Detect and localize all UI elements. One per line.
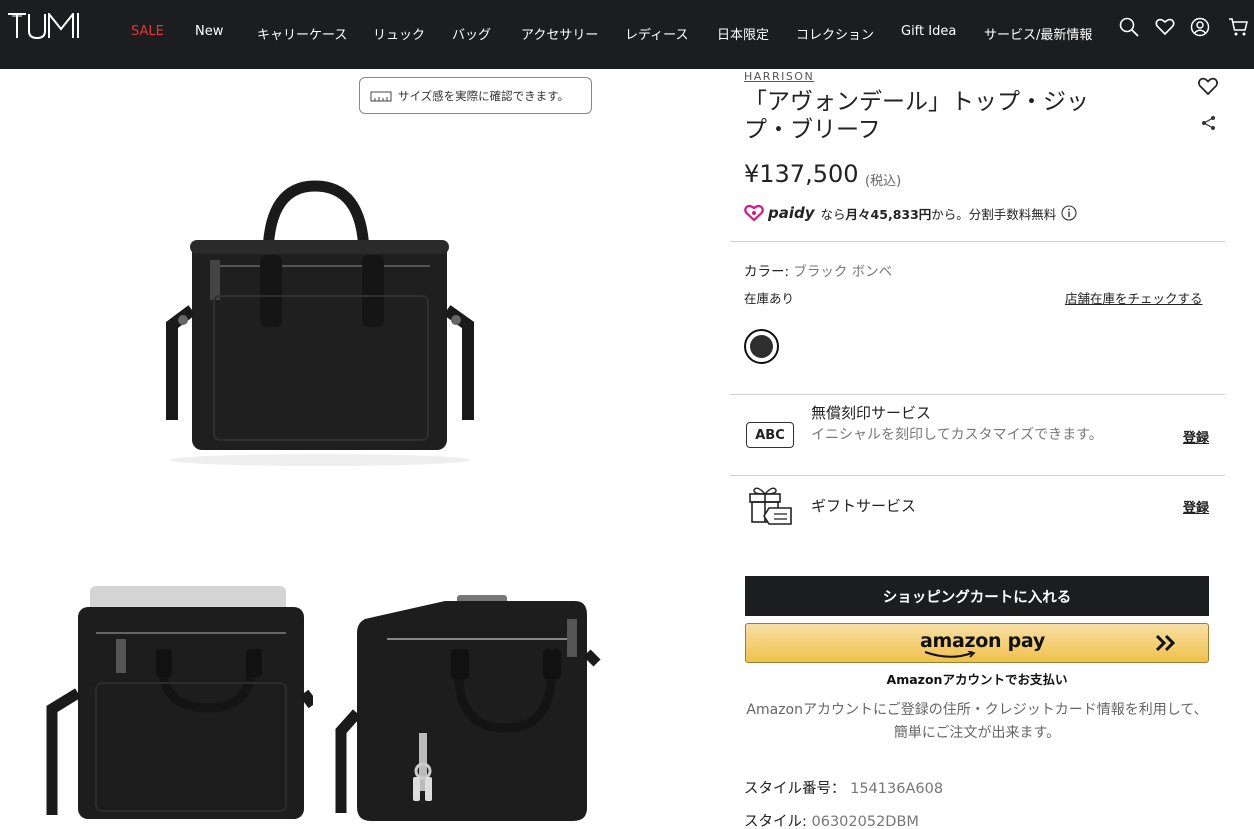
amazon-pay-caption: Amazonアカウントでお支払い — [886, 672, 1068, 687]
amazon-smile-icon — [924, 651, 976, 658]
divider — [730, 394, 1225, 395]
search-icon[interactable] — [1118, 16, 1140, 38]
style-number-label: スタイル番号： — [744, 781, 846, 797]
ruler-icon — [370, 91, 392, 101]
engraving-abc-icon: ABC — [746, 422, 794, 448]
nav-ladies[interactable]: レディース — [625, 24, 688, 43]
tumi-logo[interactable] — [7, 13, 99, 39]
product-price: ¥137,500 — [744, 160, 859, 188]
paidy-suffix: から。分割手数料無料 — [931, 206, 1057, 222]
color-value: ブラック ボンベ — [793, 264, 893, 280]
info-icon[interactable] — [1061, 205, 1077, 221]
nav-bag[interactable]: バッグ — [452, 24, 491, 43]
heart-icon[interactable] — [1154, 16, 1176, 38]
style-value: 06302052DBM — [811, 814, 919, 829]
paidy-brand: paidy — [768, 204, 815, 222]
product-image-main[interactable] — [150, 180, 490, 470]
nav-new[interactable]: New — [195, 24, 223, 39]
add-to-cart-button[interactable]: ショッピングカートに入れる — [745, 576, 1209, 616]
paidy-prefix: なら — [820, 206, 846, 222]
nav-backpack[interactable]: リュック — [373, 24, 425, 43]
nav-accessory[interactable]: アクセサリー — [521, 24, 598, 43]
style-number-value: 154136A608 — [850, 781, 944, 797]
nav-service-news[interactable]: サービス/最新情報 — [984, 24, 1092, 43]
engraving-service-title: 無償刻印サービス — [811, 404, 932, 422]
divider — [730, 241, 1225, 242]
product-title: 「アヴォンデール」トップ・ジップ・ブリーフ — [744, 89, 1089, 143]
paidy-monthly: 月々45,833円 — [845, 206, 932, 222]
amazon-pay-description: Amazonアカウントにご登録の住所・クレジットカード情報を利用して、簡単にご注… — [746, 702, 1208, 741]
top-navigation-bar: SALE New キャリーケース リュック バッグ アクセサリー レディース 日… — [0, 0, 1254, 69]
store-stock-link[interactable]: 店舗在庫をチェックする — [1065, 288, 1203, 307]
divider — [730, 475, 1225, 476]
color-label: カラー: ブラック ボンベ — [744, 260, 892, 280]
collection-link[interactable]: HARRISON — [744, 70, 814, 83]
nav-gift-idea[interactable]: Gift Idea — [901, 24, 956, 39]
nav-collection[interactable]: コレクション — [796, 24, 874, 43]
share-icon[interactable] — [1201, 115, 1217, 131]
amazon-pay-button[interactable]: amazon pay — [745, 623, 1209, 663]
size-check-button[interactable]: サイズ感を実際に確認できます。 — [359, 77, 592, 114]
style-number-row: スタイル番号： 154136A608 — [744, 777, 943, 798]
nav-japan-limited[interactable]: 日本限定 — [717, 24, 769, 43]
product-image-front-pocket[interactable] — [335, 593, 615, 829]
wishlist-heart-icon[interactable] — [1197, 76, 1219, 96]
color-swatch-black[interactable] — [744, 329, 779, 364]
cart-icon[interactable] — [1228, 16, 1250, 38]
size-check-label: サイズ感を実際に確認できます。 — [398, 88, 570, 103]
engraving-register-link[interactable]: 登録 — [1183, 427, 1209, 446]
engraving-service-description: イニシャルを刻印してカスタマイズできます。 — [811, 427, 1103, 443]
nav-carry-case[interactable]: キャリーケース — [257, 24, 347, 43]
style-row: スタイル: 06302052DBM — [744, 810, 919, 829]
nav-sale[interactable]: SALE — [131, 24, 164, 39]
gift-register-link[interactable]: 登録 — [1183, 497, 1209, 516]
paidy-logo-icon — [744, 204, 764, 222]
amazon-pay-label: amazon pay — [920, 630, 1045, 652]
stock-status: 在庫あり — [744, 291, 795, 306]
color-label-prefix: カラー: — [744, 264, 790, 280]
gift-service-title: ギフトサービス — [811, 497, 917, 515]
paidy-installment-info: paidy なら 月々45,833円 から。分割手数料無料 — [744, 203, 1077, 223]
account-icon[interactable] — [1189, 16, 1211, 38]
product-image-with-laptop[interactable] — [38, 583, 313, 828]
gift-service-icon — [749, 487, 792, 525]
double-chevron-right-icon — [1155, 634, 1176, 652]
tax-note: (税込) — [865, 174, 902, 189]
style-label: スタイル: — [744, 814, 807, 829]
